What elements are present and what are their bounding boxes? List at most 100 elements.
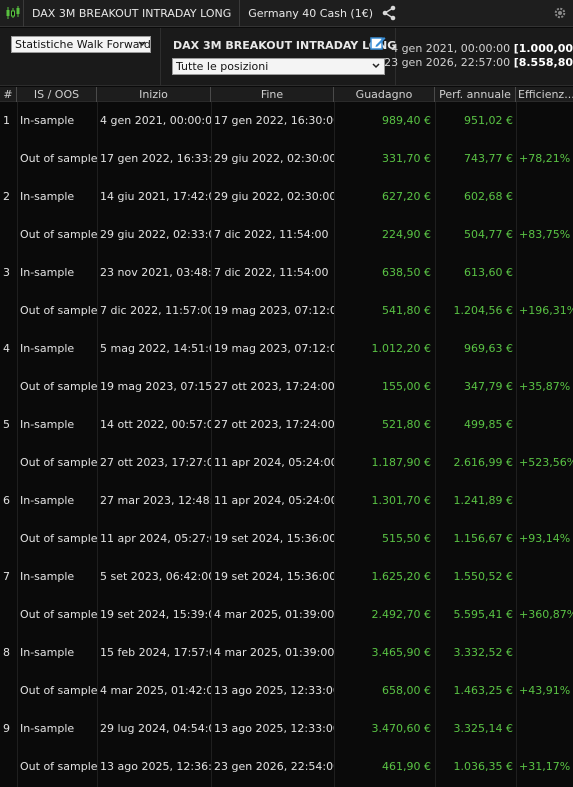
table-row[interactable]: Out of sample 4 mar 2025, 01:42:00 13 ago … bbox=[0, 672, 573, 710]
row-end-date: 4 mar 2025, 01:39:00 bbox=[214, 608, 334, 621]
row-end-date: 13 ago 2025, 12:33:00 bbox=[214, 722, 334, 735]
gear-icon[interactable] bbox=[553, 6, 567, 20]
row-number bbox=[0, 444, 17, 482]
row-end-date: 13 ago 2025, 12:33:00 bbox=[214, 684, 334, 697]
column-header-gain[interactable]: Guadagno bbox=[334, 87, 435, 102]
row-gain: 638,50 € bbox=[382, 266, 431, 279]
column-header-perf[interactable]: Perf. annuale bbox=[435, 87, 516, 102]
row-annual-performance: 1.036,35 € bbox=[453, 760, 513, 773]
row-sample-type: In-sample bbox=[20, 722, 75, 735]
row-sample-type: Out of sample bbox=[20, 152, 97, 165]
toolbar: Statistiche Walk Forward DAX 3M BREAKOUT… bbox=[0, 28, 573, 86]
strategy-name: DAX 3M BREAKOUT INTRADAY LONG bbox=[173, 39, 397, 52]
row-number: 1 bbox=[3, 114, 10, 127]
column-header-type[interactable]: IS / OOS bbox=[17, 87, 97, 102]
row-sample-type: Out of sample bbox=[20, 228, 97, 241]
row-gain: 331,70 € bbox=[382, 152, 431, 165]
row-start-date: 7 dic 2022, 11:57:00 bbox=[100, 304, 211, 317]
row-gain: 3.470,60 € bbox=[371, 722, 431, 735]
row-number bbox=[0, 596, 17, 634]
row-annual-performance: 1.204,56 € bbox=[453, 304, 513, 317]
row-efficiency: +196,31% bbox=[519, 304, 573, 317]
row-gain: 461,90 € bbox=[382, 760, 431, 773]
row-gain: 658,00 € bbox=[382, 684, 431, 697]
table-row[interactable]: 6 In-sample 27 mar 2023, 12:48:0011 apr 20… bbox=[0, 482, 573, 520]
row-number bbox=[0, 292, 17, 330]
instrument-label[interactable]: Germany 40 Cash (1€) bbox=[240, 7, 381, 20]
table-row[interactable]: 5 In-sample 14 ott 2022, 00:57:00 27 ott 20… bbox=[0, 406, 573, 444]
column-header-start[interactable]: Inizio bbox=[97, 87, 211, 102]
row-annual-performance: 3.332,52 € bbox=[453, 646, 513, 659]
row-end-date: 4 mar 2025, 01:39:00 bbox=[214, 646, 334, 659]
row-end-date: 27 ott 2023, 17:24:00 bbox=[214, 380, 334, 393]
row-sample-type: In-sample bbox=[20, 114, 75, 127]
row-efficiency bbox=[516, 254, 573, 292]
row-efficiency bbox=[516, 330, 573, 368]
row-start-date: 27 ott 2023, 17:27:00 bbox=[100, 456, 211, 469]
mode-select[interactable]: Statistiche Walk Forward bbox=[11, 36, 151, 53]
row-annual-performance: 602,68 € bbox=[464, 190, 513, 203]
row-efficiency bbox=[516, 178, 573, 216]
row-annual-performance: 951,02 € bbox=[464, 114, 513, 127]
positions-select[interactable]: Tutte le posizioni bbox=[172, 58, 385, 75]
table-row[interactable]: 9 In-sample 29 lug 2024, 04:54:00 13 ago 20… bbox=[0, 710, 573, 748]
row-start-date: 19 mag 2023, 07:15:00 bbox=[100, 380, 211, 393]
row-gain: 3.465,90 € bbox=[371, 646, 431, 659]
column-header-end[interactable]: Fine bbox=[211, 87, 334, 102]
table-row[interactable]: 2 In-sample 14 giu 2021, 17:42:00 29 giu 20… bbox=[0, 178, 573, 216]
row-annual-performance: 613,60 € bbox=[464, 266, 513, 279]
table-row[interactable]: 8 In-sample 15 feb 2024, 17:57:00 4 mar 202… bbox=[0, 634, 573, 672]
table-row[interactable]: Out of sample19 mag 2023, 07:15:0027 ott… bbox=[0, 368, 573, 406]
share-icon[interactable] bbox=[379, 3, 399, 23]
table-row[interactable]: Out of sample13 ago 2025, 12:36:0023 gen… bbox=[0, 748, 573, 786]
row-sample-type: In-sample bbox=[20, 190, 75, 203]
window-title: DAX 3M BREAKOUT INTRADAY LONG bbox=[32, 6, 232, 20]
row-start-date: 11 apr 2024, 05:27:00 bbox=[100, 532, 211, 545]
table-row[interactable]: 7 In-sample 5 set 2023, 06:42:00 19 set 202… bbox=[0, 558, 573, 596]
row-efficiency: +360,87% bbox=[519, 608, 573, 621]
row-annual-performance: 969,63 € bbox=[464, 342, 513, 355]
row-efficiency bbox=[516, 406, 573, 444]
row-number bbox=[0, 520, 17, 558]
row-efficiency: +35,87% bbox=[519, 380, 571, 393]
row-annual-performance: 2.616,99 € bbox=[453, 456, 513, 469]
table-row[interactable]: Out of sample 19 set 2024, 15:39:00 4 mar … bbox=[0, 596, 573, 634]
table-row[interactable]: Out of sample 29 giu 2022, 02:33:00 7 dic … bbox=[0, 216, 573, 254]
row-annual-performance: 1.241,89 € bbox=[453, 494, 513, 507]
table-row[interactable]: Out of sample11 apr 2024, 05:27:0019 set… bbox=[0, 520, 573, 558]
row-efficiency bbox=[516, 102, 573, 140]
title-bar: DAX 3M BREAKOUT INTRADAY LONG Germany 40… bbox=[0, 0, 573, 27]
row-gain: 2.492,70 € bbox=[371, 608, 431, 621]
row-number: 2 bbox=[3, 190, 10, 203]
table-row[interactable]: 3 In-sample 23 nov 2021, 03:48:007 dic 202… bbox=[0, 254, 573, 292]
row-end-date: 23 gen 2026, 22:54:00 bbox=[214, 760, 334, 773]
range-start-value: [1.000,00 bbox=[513, 42, 573, 55]
toolbar-range-section: 4 gen 2021, 00:00:00 [1.000,00 23 gen 20… bbox=[384, 28, 573, 86]
row-start-date: 5 mag 2022, 14:51:00 bbox=[100, 342, 211, 355]
row-gain: 1.625,20 € bbox=[371, 570, 431, 583]
column-header-efficiency[interactable]: Efficienz... bbox=[516, 87, 573, 102]
range-start: 4 gen 2021, 00:00:00 [1.000,00 bbox=[391, 42, 573, 55]
row-end-date: 7 dic 2022, 11:54:00 bbox=[214, 228, 329, 241]
range-end-date: 23 gen 2026, 22:57:00 bbox=[384, 56, 511, 69]
row-sample-type: Out of sample bbox=[20, 304, 97, 317]
row-number: 6 bbox=[3, 494, 10, 507]
row-start-date: 5 set 2023, 06:42:00 bbox=[100, 570, 211, 583]
table-row[interactable]: Out of sample17 gen 2022, 16:33:0029 giu… bbox=[0, 140, 573, 178]
row-number: 7 bbox=[3, 570, 10, 583]
row-gain: 521,80 € bbox=[382, 418, 431, 431]
toolbar-mode-section: Statistiche Walk Forward bbox=[0, 28, 161, 86]
row-start-date: 29 lug 2024, 04:54:00 bbox=[100, 722, 211, 735]
row-sample-type: In-sample bbox=[20, 342, 75, 355]
column-header-num[interactable]: # bbox=[0, 87, 17, 102]
row-gain: 155,00 € bbox=[382, 380, 431, 393]
row-annual-performance: 504,77 € bbox=[464, 228, 513, 241]
table-row[interactable]: Out of sample 27 ott 2023, 17:27:00 11 apr… bbox=[0, 444, 573, 482]
row-start-date: 23 nov 2021, 03:48:00 bbox=[100, 266, 211, 279]
table-row[interactable]: 1 In-sample 4 gen 2021, 00:00:00 17 gen 202… bbox=[0, 102, 573, 140]
range-end: 23 gen 2026, 22:57:00 [8.558,80 bbox=[384, 56, 573, 69]
row-efficiency: +83,75% bbox=[519, 228, 571, 241]
edit-icon[interactable] bbox=[370, 35, 386, 51]
table-row[interactable]: 4 In-sample 5 mag 2022, 14:51:00 19 mag 202… bbox=[0, 330, 573, 368]
table-row[interactable]: Out of sample 7 dic 2022, 11:57:00 19 mag … bbox=[0, 292, 573, 330]
